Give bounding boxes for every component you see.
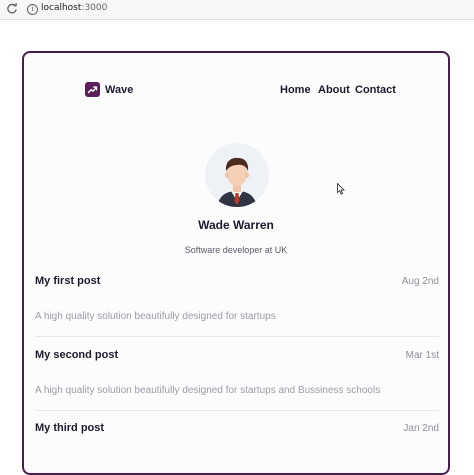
url-port: :3000 <box>81 3 108 13</box>
post-title[interactable]: My second post <box>35 349 118 361</box>
address-bar[interactable]: localhost:3000 <box>41 3 107 13</box>
post-title[interactable]: My first post <box>35 275 100 287</box>
profile-name: Wade Warren <box>198 218 274 232</box>
divider <box>35 410 439 411</box>
site-info-icon[interactable]: i <box>27 4 38 15</box>
nav-link-contact[interactable]: Contact <box>355 84 396 96</box>
trending-up-icon <box>85 82 100 97</box>
post-description: A high quality solution beautifully desi… <box>35 385 381 396</box>
profile-card: Wave Home About Contact Wade Warren Soft… <box>22 51 450 475</box>
post-title[interactable]: My third post <box>35 422 104 434</box>
divider <box>35 336 439 337</box>
brand-name: Wave <box>105 83 134 96</box>
avatar <box>205 143 269 207</box>
browser-toolbar: i localhost:3000 <box>0 0 474 20</box>
post-description: A high quality solution beautifully desi… <box>35 311 276 322</box>
url-host: localhost <box>41 3 82 13</box>
profile-role: Software developer at UK <box>184 245 288 255</box>
nav-link-home[interactable]: Home <box>280 84 311 96</box>
brand-logo[interactable]: Wave <box>85 82 133 97</box>
mouse-cursor-icon <box>337 182 345 195</box>
reload-icon[interactable] <box>6 3 18 15</box>
post-date: Jan 2nd <box>403 423 439 434</box>
post-date: Mar 1st <box>405 350 439 361</box>
post-date: Aug 2nd <box>401 276 439 287</box>
nav-link-about[interactable]: About <box>318 84 350 96</box>
